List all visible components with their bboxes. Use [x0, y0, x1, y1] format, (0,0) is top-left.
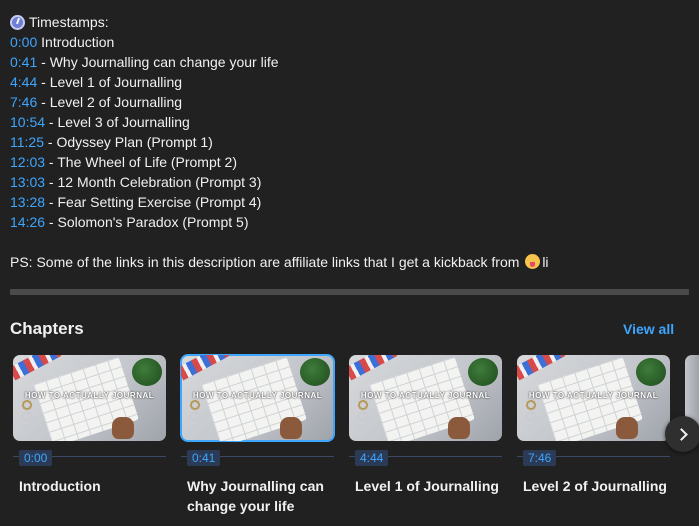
timestamp-link[interactable]: 7:46	[10, 94, 37, 110]
ps-note: PS: Some of the links in this descriptio…	[10, 252, 690, 272]
chapter-thumbnail: HOW TO ACTUALLY JOURNAL	[13, 355, 166, 441]
face-with-tongue-emoji-icon	[525, 254, 541, 269]
timestamp-row: 12:03 - The Wheel of Life (Prompt 2)	[10, 152, 690, 172]
chapters-heading: Chapters	[10, 319, 84, 338]
timestamp-row: 4:44 - Level 1 of Journalling	[10, 72, 690, 92]
plant-graphic	[300, 358, 330, 386]
timestamp-row: 13:03 - 12 Month Celebration (Prompt 3)	[10, 172, 690, 192]
thumbnail-caption: HOW TO ACTUALLY JOURNAL	[360, 391, 491, 400]
chapter-card-level-1[interactable]: HOW TO ACTUALLY JOURNAL 4:44 Level 1 of …	[349, 355, 502, 496]
timestamp-label: Level 2 of Journalling	[49, 94, 183, 110]
timestamps-heading-text: Timestamps:	[29, 14, 109, 30]
chapter-thumbnail: HOW TO ACTUALLY JOURNAL	[517, 355, 670, 441]
video-description: Timestamps: 0:00 Introduction 0:41 - Why…	[10, 12, 690, 272]
timestamp-label: Fear Setting Exercise (Prompt 4)	[57, 194, 262, 210]
timestamp-separator: -	[44, 134, 57, 150]
rings-graphic	[187, 399, 203, 423]
ps-tail: li	[542, 254, 549, 270]
timestamps-heading: Timestamps:	[10, 12, 690, 32]
plant-graphic	[468, 358, 498, 386]
timestamp-separator: -	[37, 74, 50, 90]
timestamp-separator: -	[37, 94, 50, 110]
timestamp-link[interactable]: 13:28	[10, 194, 45, 210]
hand-graphic	[448, 417, 470, 439]
ps-text: PS: Some of the links in this descriptio…	[10, 254, 520, 270]
thumbnail-caption: HOW TO ACTUALLY JOURNAL	[528, 391, 659, 400]
chapter-thumbnail: HOW TO ACTUALLY JOURNAL	[349, 355, 502, 441]
timestamp-row: 0:00 Introduction	[10, 32, 690, 52]
chevron-right-icon	[674, 427, 688, 441]
timestamp-separator: -	[45, 114, 58, 130]
chapter-time: 0:00	[19, 450, 53, 466]
timestamp-separator: -	[45, 194, 58, 210]
timestamp-label: Level 3 of Journalling	[57, 114, 190, 130]
timestamp-row: 0:41 - Why Journalling can change your l…	[10, 52, 690, 72]
timestamp-link[interactable]: 0:41	[10, 54, 37, 70]
timestamp-separator: -	[45, 214, 58, 230]
rings-graphic	[19, 399, 35, 423]
timestamp-row: 13:28 - Fear Setting Exercise (Prompt 4)	[10, 192, 690, 212]
description-divider-bar	[10, 289, 689, 295]
hand-graphic	[112, 417, 134, 439]
thumbnail-caption: HOW TO ACTUALLY JOURNAL	[192, 391, 323, 400]
rings-graphic	[355, 399, 371, 423]
thumbnail-caption: HOW TO ACTUALLY JOURNAL	[24, 391, 155, 400]
chapters-carousel: HOW TO ACTUALLY JOURNAL 0:00 Introductio…	[0, 354, 699, 526]
timestamp-link[interactable]: 14:26	[10, 214, 45, 230]
timestamp-row: 10:54 - Level 3 of Journalling	[10, 112, 690, 132]
carousel-next-button[interactable]	[665, 416, 699, 452]
timestamp-label: 12 Month Celebration (Prompt 3)	[57, 174, 262, 190]
timestamp-label: Why Journalling can change your life	[49, 54, 279, 70]
plant-graphic	[132, 358, 162, 386]
timestamp-separator: -	[45, 154, 58, 170]
timestamp-label: The Wheel of Life (Prompt 2)	[57, 154, 237, 170]
chapter-time: 7:46	[523, 450, 557, 466]
hand-graphic	[616, 417, 638, 439]
hand-graphic	[280, 417, 302, 439]
timestamp-label: Level 1 of Journalling	[49, 74, 183, 90]
chapter-time: 4:44	[355, 450, 389, 466]
timestamp-separator: -	[45, 174, 58, 190]
timestamp-separator: -	[37, 54, 50, 70]
timestamp-label: Introduction	[41, 34, 115, 50]
timestamp-label: Solomon's Paradox (Prompt 5)	[57, 214, 249, 230]
plant-graphic	[636, 358, 666, 386]
view-all-chapters-button[interactable]: View all	[623, 321, 674, 337]
chapter-title: Level 2 of Journalling	[523, 478, 667, 494]
rings-graphic	[523, 399, 539, 423]
timestamp-row: 7:46 - Level 2 of Journalling	[10, 92, 690, 112]
chapter-thumbnail: HOW TO ACTUALLY JOURNAL	[180, 354, 335, 442]
timestamp-link[interactable]: 0:00	[10, 34, 37, 50]
timestamp-link[interactable]: 4:44	[10, 74, 37, 90]
timestamp-row: 11:25 - Odyssey Plan (Prompt 1)	[10, 132, 690, 152]
chapter-card-introduction[interactable]: HOW TO ACTUALLY JOURNAL 0:00 Introductio…	[13, 355, 166, 496]
timestamp-label: Odyssey Plan (Prompt 1)	[56, 134, 213, 150]
timestamp-link[interactable]: 13:03	[10, 174, 45, 190]
timestamp-link[interactable]: 10:54	[10, 114, 45, 130]
chapter-title: Introduction	[19, 478, 101, 494]
timestamp-link[interactable]: 12:03	[10, 154, 45, 170]
chapter-title: Level 1 of Journalling	[355, 478, 499, 494]
timestamps-list: 0:00 Introduction 0:41 - Why Journalling…	[10, 32, 690, 232]
timestamp-link[interactable]: 11:25	[10, 134, 44, 150]
chapter-title: Why Journalling can change your life	[187, 478, 324, 514]
stopwatch-icon	[10, 14, 25, 30]
timestamp-row: 14:26 - Solomon's Paradox (Prompt 5)	[10, 212, 690, 232]
chapter-card-why-journalling[interactable]: HOW TO ACTUALLY JOURNAL 0:41 Why Journal…	[180, 354, 335, 516]
chapter-time: 0:41	[187, 450, 221, 466]
chapter-card-level-2[interactable]: HOW TO ACTUALLY JOURNAL 7:46 Level 2 of …	[517, 355, 670, 496]
